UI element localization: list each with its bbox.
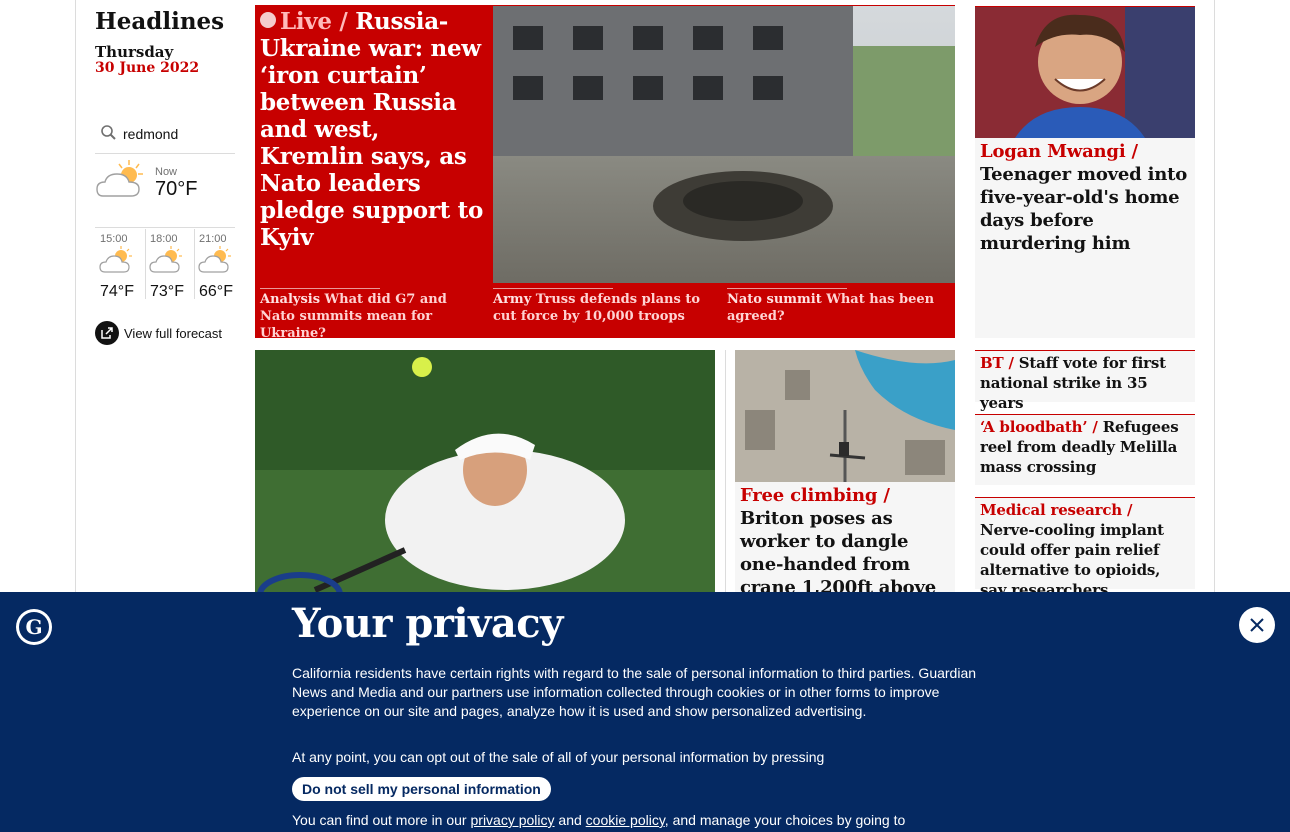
lead-headline[interactable]: Live / Russia-Ukraine war: new ‘iron cur…	[260, 8, 488, 251]
story-photo[interactable]	[975, 7, 1195, 138]
view-full-forecast-label: View full forecast	[124, 325, 223, 341]
story-headline[interactable]: ‘A bloodbath’ / Refugees reel from deadl…	[975, 415, 1195, 479]
partly-cloudy-icon	[99, 245, 135, 279]
sub-kicker: Army	[493, 292, 532, 307]
do-not-sell-button[interactable]: Do not sell my personal information	[292, 777, 551, 801]
story-headline[interactable]: Logan Mwangi / Teenager moved into five-…	[980, 140, 1192, 255]
partly-cloudy-icon	[198, 245, 234, 279]
story-card[interactable]: BT / Staff vote for first national strik…	[975, 350, 1195, 412]
guardian-logo-icon: G	[16, 609, 52, 645]
view-full-forecast-link[interactable]: View full forecast	[95, 321, 222, 345]
sub-kicker: Analysis	[260, 292, 321, 307]
lead-sub-link[interactable]: Nato summit What has been agreed?	[727, 288, 949, 325]
close-icon	[1250, 618, 1264, 632]
page: Headlines Thursday 30 June 2022 redmond …	[0, 0, 1290, 832]
forecast-slot: 15:00 74°F	[95, 229, 144, 301]
partly-cloudy-icon	[149, 245, 185, 279]
forecast-temp: 74°F	[100, 283, 134, 300]
live-kicker: Live /	[280, 8, 348, 35]
privacy-more-prefix: You can find out more in our	[292, 812, 471, 828]
date-day: Thursday	[95, 43, 174, 61]
forecast-temp: 66°F	[199, 283, 233, 300]
forecast-time: 15:00	[100, 233, 128, 245]
story-kicker: Logan Mwangi /	[980, 141, 1138, 162]
privacy-paragraph: California residents have certain rights…	[292, 665, 977, 719]
story-kicker: Free climbing /	[740, 485, 890, 506]
story-card[interactable]: ‘A bloodbath’ / Refugees reel from deadl…	[975, 414, 1195, 485]
divider	[260, 288, 380, 289]
search-icon	[100, 124, 118, 146]
story-photo[interactable]	[255, 350, 715, 600]
cookie-policy-link[interactable]: cookie policy	[586, 812, 665, 828]
story-headline-text: Teenager moved into five-year-old's home…	[980, 164, 1188, 254]
story-headline-text: Nerve-cooling implant could offer pain r…	[980, 521, 1164, 599]
privacy-and: and	[554, 812, 586, 828]
lead-sub-link[interactable]: Army Truss defends plans to cut force by…	[493, 288, 713, 325]
live-dot-icon	[260, 12, 276, 28]
close-button[interactable]	[1239, 607, 1275, 643]
sub-kicker: Nato summit	[727, 292, 822, 307]
date-full: 30 June 2022	[95, 60, 200, 76]
story-headline[interactable]: Medical research / Nerve-cooling implant…	[975, 498, 1195, 602]
privacy-title: Your privacy	[292, 600, 563, 647]
story-kicker: BT /	[980, 354, 1014, 372]
weather-location[interactable]: redmond	[123, 126, 178, 142]
section-title: Headlines	[95, 8, 225, 35]
weather-location-search[interactable]: redmond	[95, 120, 235, 154]
forecast-slot: 21:00 66°F	[194, 229, 243, 301]
lead-sub-link[interactable]: Analysis What did G7 and Nato summits me…	[260, 288, 480, 342]
divider	[493, 288, 613, 289]
forecast-slot: 18:00 73°F	[145, 229, 194, 301]
divider	[727, 288, 847, 289]
privacy-policy-link[interactable]: privacy policy	[471, 812, 555, 828]
svg-text:G: G	[25, 615, 42, 639]
lead-photo[interactable]	[493, 6, 955, 283]
weather-now-label: Now	[155, 166, 178, 178]
story-kicker: ‘A bloodbath’ /	[980, 418, 1098, 436]
story-card[interactable]: Medical research / Nerve-cooling implant…	[975, 497, 1195, 599]
privacy-banner: G Your privacy California residents have…	[0, 592, 1290, 832]
external-link-icon	[95, 321, 119, 345]
privacy-more-text: You can find out more in our privacy pol…	[292, 812, 905, 828]
lead-headline-text: Russia-Ukraine war: new ‘iron curtain’ b…	[260, 8, 484, 251]
story-headline[interactable]: BT / Staff vote for first national strik…	[975, 351, 1195, 415]
privacy-more-suffix: , and manage your choices by going to	[664, 812, 906, 828]
story-kicker: Medical research /	[980, 501, 1133, 519]
partly-cloudy-icon	[95, 158, 151, 206]
weather-now-temp: 70°F	[155, 178, 198, 200]
weather-now: Now 70°F	[95, 158, 235, 228]
forecast-time: 18:00	[150, 233, 178, 245]
story-photo[interactable]	[735, 350, 955, 482]
privacy-optout-text: At any point, you can opt out of the sal…	[292, 749, 825, 765]
forecast-temp: 73°F	[150, 283, 184, 300]
forecast-time: 21:00	[199, 233, 227, 245]
